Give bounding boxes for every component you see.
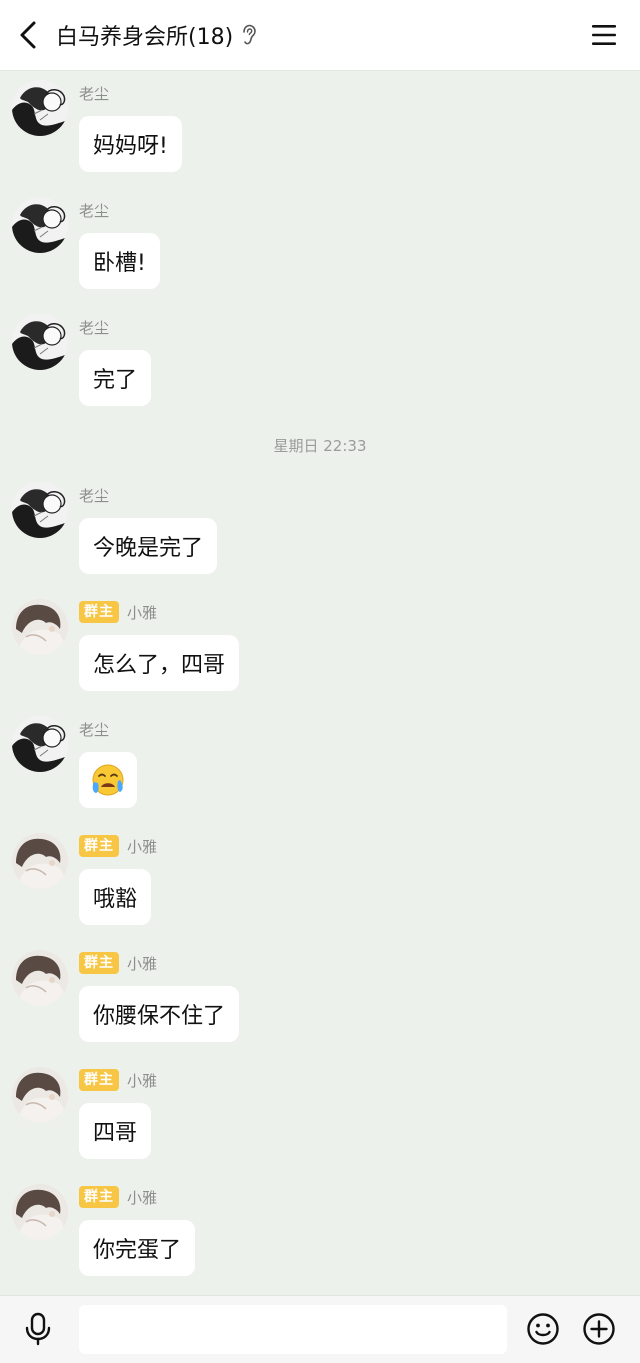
microphone-icon [25,1312,51,1346]
smiley-icon [527,1313,559,1345]
message-bubble[interactable]: 你完蛋了 [79,1220,196,1276]
avatar[interactable] [12,1067,68,1123]
group-owner-badge: 群主 [79,835,119,857]
more-button[interactable] [581,1311,617,1347]
avatar[interactable] [12,1184,68,1240]
menu-button[interactable] [588,19,620,51]
message-bubble[interactable]: 卧槽! [79,233,160,289]
voice-button[interactable] [20,1310,56,1348]
top-bar: 白马养身会所(18) [0,0,640,71]
sender-name: 小雅 [127,954,158,973]
sender-name: 老尘 [79,486,110,505]
message-meta: 群主 小雅 [79,952,157,974]
chevron-left-icon [20,21,36,49]
plus-circle-icon [583,1313,615,1345]
sender-name: 小雅 [127,603,158,622]
sender-name: 老尘 [79,201,110,220]
group-owner-badge: 群主 [79,952,119,974]
message-meta: 群主 小雅 [79,835,157,857]
sender-name: 老尘 [79,720,110,739]
sender-name: 老尘 [79,84,110,103]
message-meta: 群主 小雅 [79,1186,157,1208]
avatar[interactable] [12,482,68,538]
ear-icon [241,24,257,46]
avatar[interactable] [12,599,68,655]
avatar[interactable] [12,197,68,253]
message-bubble[interactable]: 今晚是完了 [79,518,218,574]
emoji-button[interactable] [525,1311,561,1347]
message-bubble[interactable]: 四哥 [79,1103,152,1159]
chat-area[interactable]: 老尘 妈妈呀! 老尘 卧槽! 老尘 完了 星期日 22:33 老尘 今晚是完了 … [0,70,640,1295]
message-bubble[interactable]: 完了 [79,350,152,406]
message-meta: 老尘 [79,199,109,221]
avatar[interactable] [12,950,68,1006]
avatar[interactable] [12,833,68,889]
message-bubble[interactable]: 哦豁 [79,869,152,925]
message-bubble[interactable]: 怎么了，四哥 [79,635,240,691]
message-meta: 群主 小雅 [79,601,157,623]
avatar[interactable] [12,80,68,136]
sender-name: 小雅 [127,1071,158,1090]
message-meta: 老尘 [79,718,109,740]
avatar[interactable] [12,314,68,370]
message-meta: 老尘 [79,82,109,104]
group-owner-badge: 群主 [79,1186,119,1208]
avatar[interactable] [12,716,68,772]
sender-name: 小雅 [127,837,158,856]
sender-name: 老尘 [79,318,110,337]
back-button[interactable] [10,16,46,54]
chat-title: 白马养身会所(18) [56,25,234,50]
message-bubble[interactable]: 你腰保不住了 [79,986,240,1042]
message-meta: 老尘 [79,484,109,506]
message-bubble[interactable]: 妈妈呀! [79,116,182,172]
input-bar [0,1295,640,1363]
group-owner-badge: 群主 [79,601,119,623]
crying-face-icon [92,764,124,796]
message-input[interactable] [79,1305,507,1354]
chat-title-area: 白马养身会所(18) [56,0,257,70]
hamburger-menu-icon [592,25,616,45]
message-bubble[interactable] [79,752,137,808]
group-owner-badge: 群主 [79,1069,119,1091]
message-meta: 群主 小雅 [79,1069,157,1091]
sender-name: 小雅 [127,1188,158,1207]
timestamp-divider: 星期日 22:33 [273,437,367,455]
message-meta: 老尘 [79,316,109,338]
